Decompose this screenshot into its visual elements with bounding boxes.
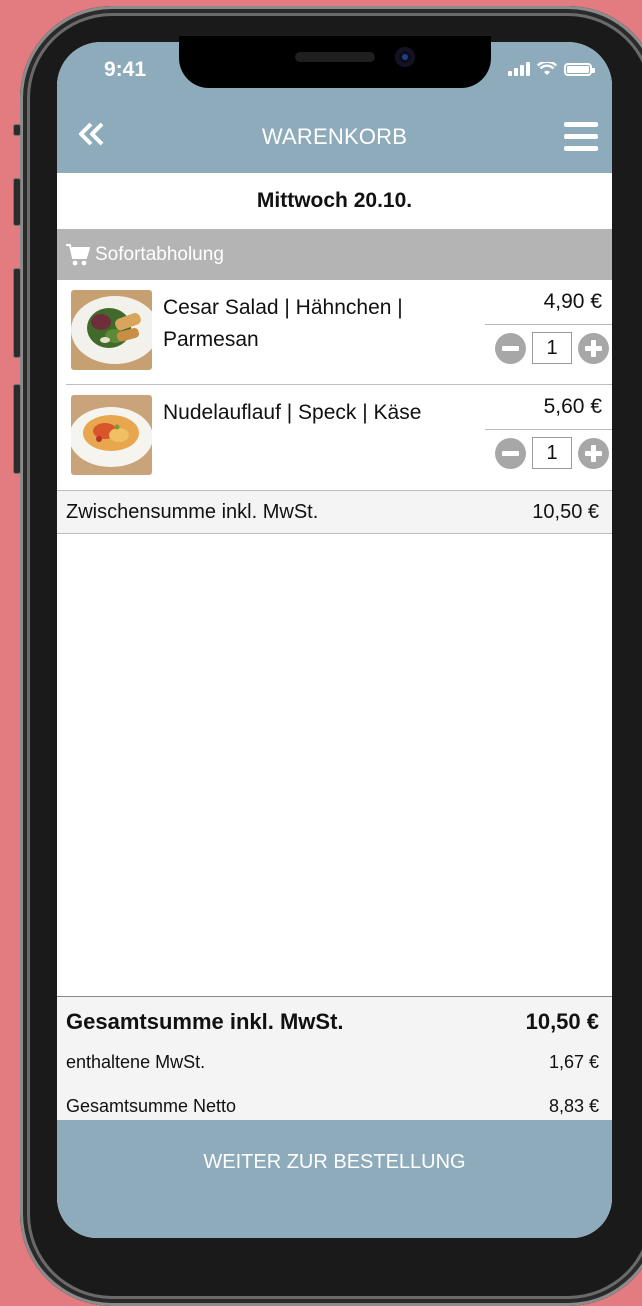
subtotal-value: 10,50 € (532, 501, 599, 523)
net-total-label: Gesamtsumme Netto (66, 1096, 237, 1116)
item-name: Nudelauflauf | Speck | Käse (163, 401, 422, 424)
page-title: WARENKORB (261, 124, 408, 149)
cart-item: Nudelauflauf | Speck | Käse 5,60 € (66, 385, 612, 489)
item-name: Cesar Salad | Hähnchen | Parmesan (163, 296, 403, 351)
vat-value: 1,67 € (548, 1052, 599, 1072)
price-divider (485, 429, 612, 430)
camera (395, 47, 415, 67)
app-screen: 9:41 WARENKORB Mittwoch 20.10. Sofortabh… (57, 42, 612, 1238)
side-button (13, 178, 21, 226)
quantity-stepper (495, 332, 609, 364)
side-button (13, 384, 21, 474)
subtotal-row: Zwischensumme inkl. MwSt. 10,50 € (57, 490, 612, 534)
plus-icon[interactable] (578, 437, 609, 469)
quantity-input[interactable] (532, 437, 572, 469)
vat-label: enthaltene MwSt. (66, 1052, 206, 1072)
side-button (13, 268, 21, 358)
hamburger-menu-icon[interactable] (564, 122, 598, 152)
gross-total-row: Gesamtsumme inkl. MwSt. 10,50 € (66, 1009, 599, 1035)
item-image (71, 290, 152, 370)
quantity-stepper (495, 437, 609, 469)
net-total-value: 8,83 € (548, 1096, 599, 1116)
battery-icon (564, 62, 595, 76)
plus-icon[interactable] (578, 332, 609, 364)
gross-total-label: Gesamtsumme inkl. MwSt. (66, 1009, 344, 1034)
minus-icon[interactable] (495, 332, 526, 364)
date-heading: Mittwoch 20.10. (256, 189, 413, 212)
section-header: Sofortabholung (57, 229, 612, 280)
wifi-icon (537, 62, 557, 75)
section-label: Sofortabholung (95, 243, 224, 265)
continue-order-button[interactable]: WEITER ZUR BESTELLUNG (57, 1120, 612, 1238)
status-icons (508, 62, 595, 76)
cart-item: Cesar Salad | Hähnchen | Parmesan 4,90 € (66, 280, 612, 384)
speaker (295, 52, 375, 62)
totals-panel: Gesamtsumme inkl. MwSt. 10,50 € enthalte… (57, 996, 612, 1121)
signal-icon (508, 62, 530, 76)
vat-row: enthaltene MwSt. 1,67 € (66, 1052, 599, 1073)
notch (179, 36, 491, 88)
side-button (13, 124, 21, 136)
item-image (71, 395, 152, 475)
quantity-input[interactable] (532, 332, 572, 364)
subtotal-label: Zwischensumme inkl. MwSt. (66, 501, 319, 523)
cart-icon (66, 243, 90, 265)
net-total-row: Gesamtsumme Netto 8,83 € (66, 1096, 599, 1117)
gross-total-value: 10,50 € (525, 1009, 599, 1034)
item-price: 4,90 € (543, 290, 602, 313)
status-time: 9:41 (104, 58, 147, 81)
minus-icon[interactable] (495, 437, 526, 469)
price-divider (485, 324, 612, 325)
item-price: 5,60 € (543, 395, 602, 418)
